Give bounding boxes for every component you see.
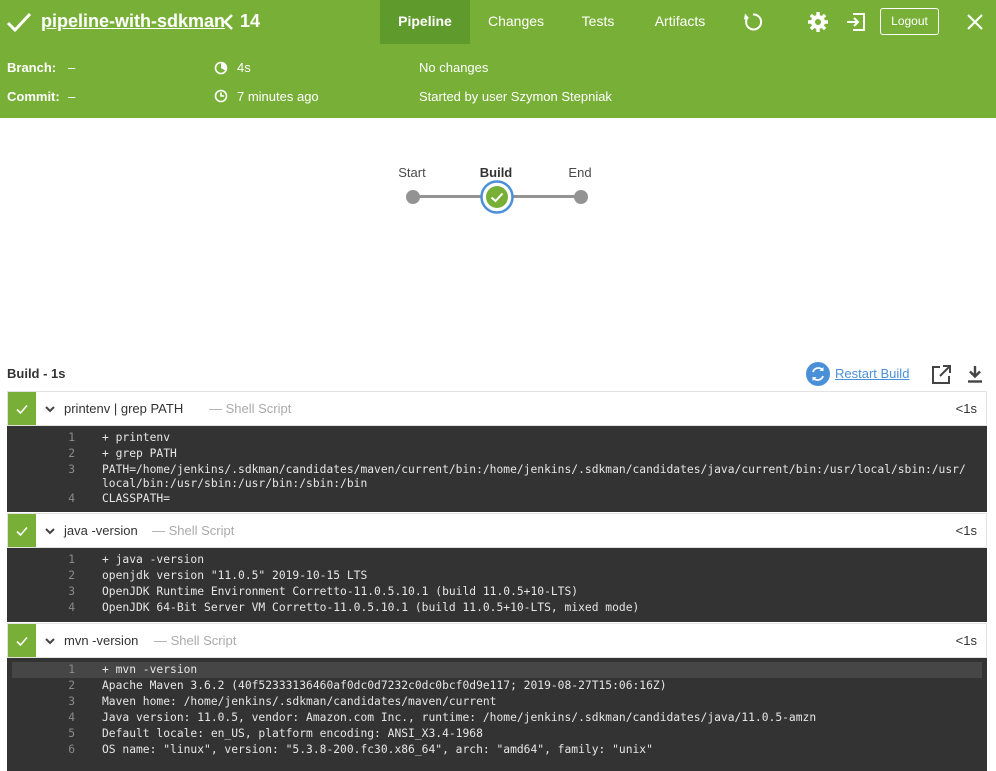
success-check-icon (16, 404, 28, 415)
chevron-left-icon[interactable] (222, 13, 234, 31)
job-name-link[interactable]: pipeline-with-sdkman (41, 11, 225, 32)
end-node (574, 190, 588, 204)
step-duration: <1s (955, 401, 977, 416)
step-row[interactable]: printenv | grep PATH — Shell Script <1s (7, 391, 987, 426)
log-line-text: + grep PATH (102, 447, 177, 460)
restart-build-link[interactable]: Restart Build (835, 366, 909, 381)
step-status (8, 392, 36, 425)
run-details: Branch: – Commit: – 4s 7 minutes ago No … (0, 44, 996, 118)
top-bar: pipeline-with-sdkman 14 Pipeline Changes… (0, 0, 996, 44)
step-type: — Shell Script (154, 633, 237, 648)
log-line-text: openjdk version "11.0.5" 2019-10-15 LTS (102, 569, 368, 582)
commit-label: Commit: (7, 89, 60, 104)
log-line-text: OpenJDK 64-Bit Server VM Corretto-11.0.5… (102, 601, 640, 614)
log-line: 1 + printenv (7, 430, 987, 446)
clock-icon (214, 89, 228, 103)
start-node (406, 190, 420, 204)
started-by: Started by user Szymon Stepniak (419, 89, 612, 104)
open-external-icon[interactable] (930, 364, 952, 386)
log-line-text: OpenJDK Runtime Environment Corretto-11.… (102, 585, 579, 598)
step-name: printenv | grep PATH (64, 401, 184, 416)
log-line: 3 PATH=/home/jenkins/.sdkman/candidates/m… (7, 462, 987, 491)
log-line-text: + mvn -version (102, 663, 198, 676)
time-ago: 7 minutes ago (237, 89, 319, 104)
duration-value: 4s (237, 60, 251, 75)
step-status (8, 514, 36, 547)
log-line: 3 OpenJDK Runtime Environment Corretto-11… (7, 584, 987, 600)
log-line: 3 Maven home: /home/jenkins/.sdkman/candi… (7, 694, 987, 710)
log-line: 4 Java version: 11.0.5, vendor: Amazon.co… (7, 710, 987, 726)
step-row[interactable]: java -version — Shell Script <1s (7, 513, 987, 548)
log-line-text: + printenv (102, 431, 171, 444)
log-line-text: CLASSPATH= (102, 492, 171, 505)
log-line: 6 OS name: "linux", version: "5.3.8-200.f… (7, 742, 987, 758)
log-line: 4 CLASSPATH= (7, 491, 987, 507)
step-name: mvn -version (64, 633, 139, 648)
log-line-text: + java -version (102, 553, 205, 566)
success-check-icon (6, 12, 32, 33)
tab-pipeline[interactable]: Pipeline (380, 0, 470, 44)
duration-icon (214, 61, 228, 75)
step-log: 1 + java -version 2 openjdk version "11.0.… (7, 548, 987, 622)
log-line: 1 + java -version (7, 552, 987, 568)
log-line-text: Java version: 11.0.5, vendor: Amazon.com… (102, 711, 817, 724)
run-number: 14 (240, 11, 261, 31)
log-line: 2 + grep PATH (7, 446, 987, 462)
log-line: 5 Default locale: en_US, platform encodin… (7, 726, 987, 742)
replay-icon[interactable] (742, 11, 764, 33)
stage-label-end: End (568, 165, 592, 180)
changes-summary: No changes (419, 60, 489, 75)
step-duration: <1s (955, 523, 977, 538)
log-line-text: PATH=/home/jenkins/.sdkman/candidates/ma… (102, 463, 966, 490)
commit-value: – (68, 89, 76, 104)
gear-icon[interactable] (807, 11, 829, 33)
log-line-text: Default locale: en_US, platform encoding… (102, 727, 483, 740)
step-duration: <1s (955, 633, 977, 648)
tab-tests[interactable]: Tests (572, 0, 624, 44)
log-line: 1 + mvn -version (12, 662, 982, 678)
log-line-text: Apache Maven 3.6.2 (40f52333136460af0dc0… (102, 679, 667, 692)
exit-icon[interactable] (845, 11, 867, 33)
chevron-down-icon[interactable] (44, 526, 56, 536)
pipeline-graph: Start Build End (0, 118, 996, 358)
stage-label-start: Start (398, 165, 426, 180)
chevron-down-icon[interactable] (44, 404, 56, 414)
tab-changes[interactable]: Changes (478, 0, 554, 44)
step-type: — Shell Script (152, 523, 235, 538)
log-line: 4 OpenJDK 64-Bit Server VM Corretto-11.0.… (7, 600, 987, 616)
close-icon[interactable] (965, 12, 985, 32)
success-check-icon (16, 526, 28, 537)
tab-artifacts[interactable]: Artifacts (642, 0, 718, 44)
log-line: 2 openjdk version "11.0.5" 2019-10-15 LTS (7, 568, 987, 584)
step-row[interactable]: mvn -version — Shell Script <1s (7, 623, 987, 658)
build-stage-node[interactable] (480, 180, 514, 214)
success-check-icon (16, 636, 28, 647)
restart-icon[interactable] (806, 362, 830, 386)
step-status (8, 624, 36, 657)
download-icon[interactable] (965, 364, 985, 384)
log-line-text: OS name: "linux", version: "5.3.8-200.fc… (102, 743, 653, 756)
branch-value: – (68, 60, 76, 75)
logout-button[interactable]: Logout (880, 8, 939, 35)
branch-label: Branch: (7, 60, 57, 75)
step-log: 1 + printenv 2 + grep PATH 3 PATH=/home/jen… (7, 426, 987, 512)
log-title: Build - 1s (7, 366, 66, 381)
log-line: 2 Apache Maven 3.6.2 (40f52333136460af0dc… (7, 678, 987, 694)
step-log: 1 + mvn -version 2 Apache Maven 3.6.2 (40f… (7, 658, 987, 771)
step-name: java -version (64, 523, 138, 538)
chevron-down-icon[interactable] (44, 636, 56, 646)
step-type: — Shell Script (209, 401, 292, 416)
log-line-text: Maven home: /home/jenkins/.sdkman/candid… (102, 695, 497, 708)
stage-label-build[interactable]: Build (466, 165, 526, 180)
